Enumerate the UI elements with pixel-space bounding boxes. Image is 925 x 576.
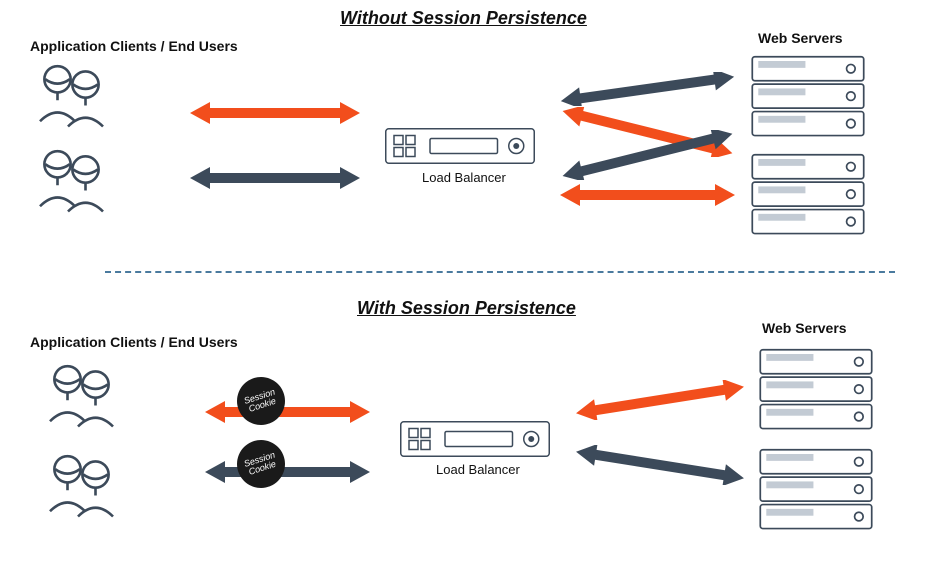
- server-stack-icon: [756, 345, 876, 435]
- server-stack-icon: [756, 445, 876, 535]
- lb-to-server-arrow: [560, 130, 735, 180]
- server-stack-icon: [748, 150, 868, 240]
- server-stack-icon: [748, 52, 868, 142]
- lb-to-server-arrow: [560, 180, 735, 210]
- users-icon: [30, 60, 120, 130]
- lb-to-server-arrow: [575, 445, 745, 485]
- load-balancer-icon: [400, 420, 550, 458]
- clients-label-top: Application Clients / End Users: [30, 38, 238, 54]
- cookie-label: Session Cookie: [235, 385, 286, 417]
- users-icon: [40, 360, 130, 430]
- servers-label-top: Web Servers: [758, 30, 843, 46]
- client-to-lb-arrow: [190, 98, 360, 128]
- lb-to-server-arrow: [560, 72, 735, 106]
- lb-label-bottom: Load Balancer: [436, 462, 520, 477]
- clients-label-bottom: Application Clients / End Users: [30, 334, 238, 350]
- lb-label-top: Load Balancer: [422, 170, 506, 185]
- session-cookie-badge: Session Cookie: [237, 440, 285, 488]
- lb-to-server-arrow: [575, 380, 745, 420]
- users-icon: [30, 145, 120, 215]
- servers-label-bottom: Web Servers: [762, 320, 847, 336]
- top-title: Without Session Persistence: [340, 8, 587, 29]
- client-to-lb-arrow: [205, 457, 370, 487]
- client-to-lb-arrow: [205, 397, 370, 427]
- load-balancer-icon: [385, 127, 535, 165]
- section-divider: [105, 271, 895, 273]
- users-icon: [40, 450, 130, 520]
- session-cookie-badge: Session Cookie: [237, 377, 285, 425]
- client-to-lb-arrow: [190, 163, 360, 193]
- bottom-title: With Session Persistence: [357, 298, 576, 319]
- cookie-label: Session Cookie: [235, 448, 286, 480]
